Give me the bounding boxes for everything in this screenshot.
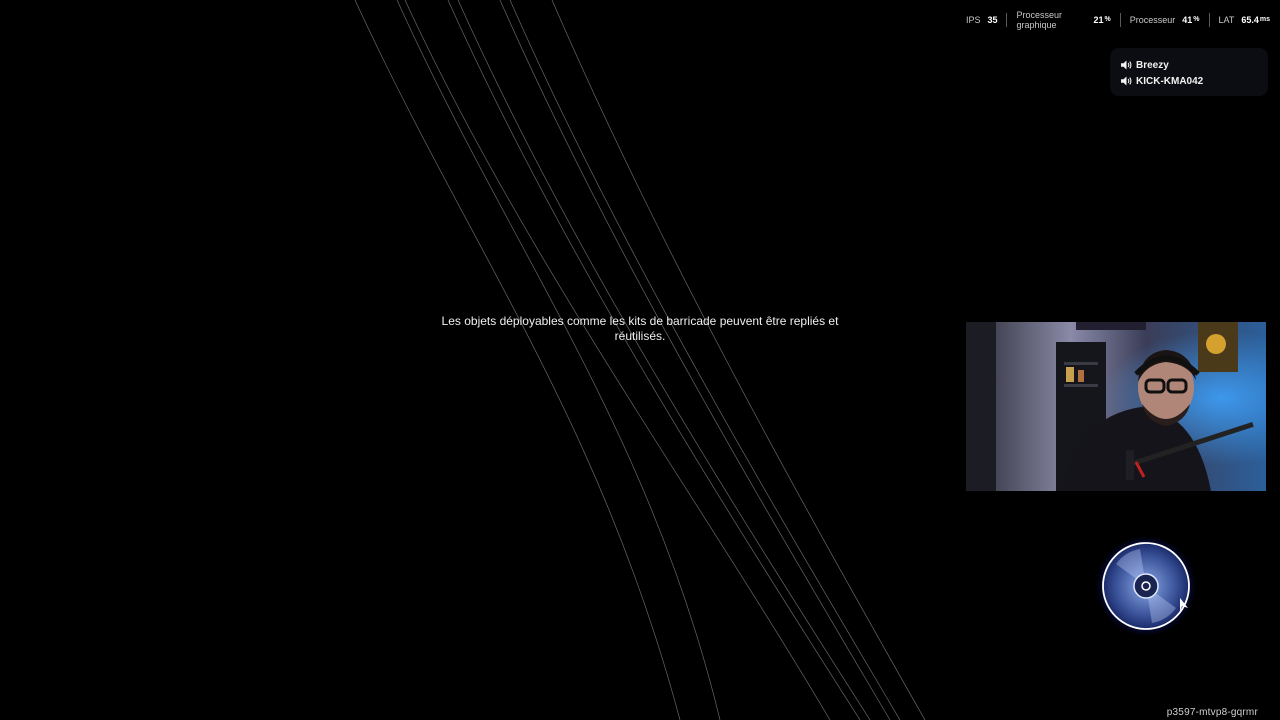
- voice-user: Breezy: [1121, 57, 1268, 73]
- webcam-feed-image: [966, 322, 1266, 491]
- latency-stat: LAT 65.4 ms: [1210, 9, 1271, 31]
- loading-spinner: [1096, 536, 1196, 636]
- cpu-value: 41: [1182, 15, 1193, 25]
- fps-stat: IPS 35: [957, 9, 1007, 31]
- performance-stats-bar: IPS 35 Processeur graphique 21 % Process…: [957, 9, 1270, 31]
- loading-tip-text: Les objets déployables comme les kits de…: [441, 314, 839, 343]
- gpu-unit: %: [1104, 16, 1111, 23]
- cpu-label: Processeur: [1129, 15, 1176, 25]
- latency-label: LAT: [1218, 15, 1235, 25]
- cpu-unit: %: [1193, 16, 1200, 23]
- game-loading-screen: IPS 35 Processeur graphique 21 % Process…: [0, 0, 1280, 720]
- voice-chat-panel: Breezy KICK-KMA042: [1110, 48, 1268, 96]
- fps-value: 35: [987, 15, 998, 25]
- webcam-overlay: [966, 322, 1266, 491]
- voice-user: KICK-KMA042: [1121, 73, 1268, 89]
- session-code: p3597-mtvp8-gqrmr: [1166, 707, 1258, 718]
- gpu-label-line2: graphique: [1016, 20, 1057, 30]
- voice-user-name: Breezy: [1136, 59, 1169, 71]
- gpu-value: 21: [1093, 15, 1104, 25]
- cpu-stat: Processeur 41 %: [1121, 9, 1209, 31]
- gpu-label-line1: Processeur: [1016, 10, 1062, 20]
- gpu-stat: Processeur graphique 21 %: [1007, 9, 1119, 31]
- voice-user-name: KICK-KMA042: [1136, 75, 1204, 87]
- fps-label: IPS: [965, 15, 981, 25]
- latency-unit: ms: [1259, 16, 1270, 23]
- speaker-icon: [1121, 76, 1132, 86]
- speaker-icon: [1121, 60, 1132, 70]
- gpu-label: Processeur graphique: [1016, 10, 1086, 30]
- latency-value: 65.4: [1241, 15, 1259, 25]
